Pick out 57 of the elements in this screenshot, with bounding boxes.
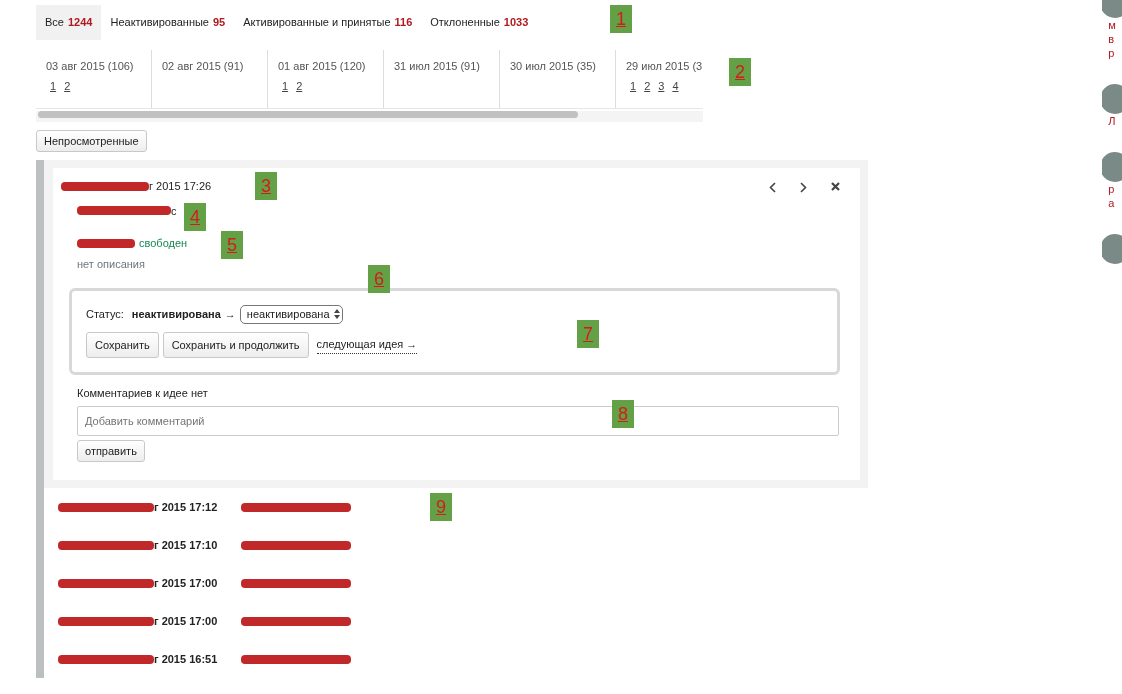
page-link[interactable]: 3 bbox=[658, 80, 665, 92]
filter-tab[interactable]: Неактивированные 95 bbox=[101, 5, 235, 40]
date-link[interactable]: 02 авг 2015 (91) bbox=[162, 53, 257, 74]
page-link[interactable]: 1 bbox=[50, 80, 57, 92]
sidebar-text-fragment[interactable]: а bbox=[1102, 196, 1122, 210]
page-link[interactable]: 1 bbox=[630, 80, 637, 92]
sidebar-text-fragment[interactable]: м bbox=[1102, 18, 1122, 32]
author-name-fragment: с bbox=[171, 203, 177, 219]
save-button[interactable]: Сохранить bbox=[86, 331, 159, 358]
availability-status: свободен bbox=[139, 236, 188, 251]
annotation-marker: 8 bbox=[612, 400, 634, 428]
current-status: неактивирована bbox=[131, 307, 221, 322]
date-link[interactable]: 30 июл 2015 (35) bbox=[510, 53, 605, 74]
page-link[interactable]: 2 bbox=[644, 80, 651, 92]
previous-icon[interactable] bbox=[769, 182, 776, 193]
date-link[interactable]: 01 авг 2015 (120) bbox=[278, 53, 373, 74]
select-arrows-icon bbox=[333, 309, 340, 320]
idea-timestamp: г 2015 17:10 bbox=[154, 537, 218, 553]
date-link[interactable]: 31 июл 2015 (91) bbox=[394, 53, 489, 74]
sidebar-text-fragment[interactable]: Л bbox=[1102, 114, 1122, 128]
status-label: Статус: bbox=[86, 307, 124, 322]
save-button[interactable]: Сохранить и продолжить bbox=[162, 331, 309, 358]
idea-timestamp: г 2015 17:26 bbox=[149, 179, 212, 194]
annotation-marker: 7 bbox=[577, 320, 599, 348]
close-icon[interactable] bbox=[831, 182, 840, 191]
filter-tab[interactable]: Отклоненные 1033 bbox=[421, 5, 538, 40]
next-idea-link[interactable]: следующая идея → bbox=[316, 336, 418, 354]
sidebar-text-fragment[interactable]: р bbox=[1102, 46, 1122, 60]
comments-heading: Комментариев к идее нет bbox=[76, 386, 209, 401]
date-link[interactable]: 03 авг 2015 (106) bbox=[46, 53, 141, 74]
idea-timestamp: г 2015 17:00 bbox=[154, 613, 218, 629]
annotation-marker: 4 bbox=[184, 203, 206, 231]
idea-description: нет описания bbox=[76, 256, 146, 272]
next-icon[interactable] bbox=[800, 182, 807, 193]
filter-tab[interactable]: Все 1244 bbox=[36, 5, 102, 40]
sidebar-text-fragment[interactable]: р bbox=[1102, 182, 1122, 196]
annotation-marker: 3 bbox=[255, 172, 277, 200]
annotation-marker: 1 bbox=[610, 5, 632, 33]
send-button[interactable]: отправить bbox=[77, 439, 145, 462]
arrow-glyph: → bbox=[224, 307, 236, 322]
unviewed-filter-button[interactable]: Непросмотренные bbox=[36, 129, 147, 152]
page-link[interactable]: 2 bbox=[64, 80, 71, 92]
page-link[interactable]: 1 bbox=[282, 80, 289, 92]
idea-timestamp: г 2015 17:12 bbox=[154, 499, 218, 515]
horizontal-scrollbar[interactable] bbox=[36, 110, 703, 122]
sidebar-text-fragment[interactable]: в bbox=[1102, 32, 1122, 46]
page-link[interactable]: 4 bbox=[672, 80, 679, 92]
annotation-marker: 5 bbox=[221, 231, 243, 259]
date-link[interactable]: 29 июл 2015 (3 bbox=[626, 53, 703, 74]
annotation-marker: 6 bbox=[368, 265, 390, 293]
status-select[interactable]: неактивирована bbox=[239, 305, 343, 324]
idea-timestamp: г 2015 17:00 bbox=[154, 575, 218, 591]
page-link[interactable]: 2 bbox=[296, 80, 303, 92]
annotation-marker: 2 bbox=[729, 58, 751, 86]
idea-timestamp: г 2015 16:51 bbox=[154, 651, 218, 667]
annotation-marker: 9 bbox=[430, 493, 452, 521]
filter-tab[interactable]: Активированные и принятые 116 bbox=[234, 5, 422, 40]
